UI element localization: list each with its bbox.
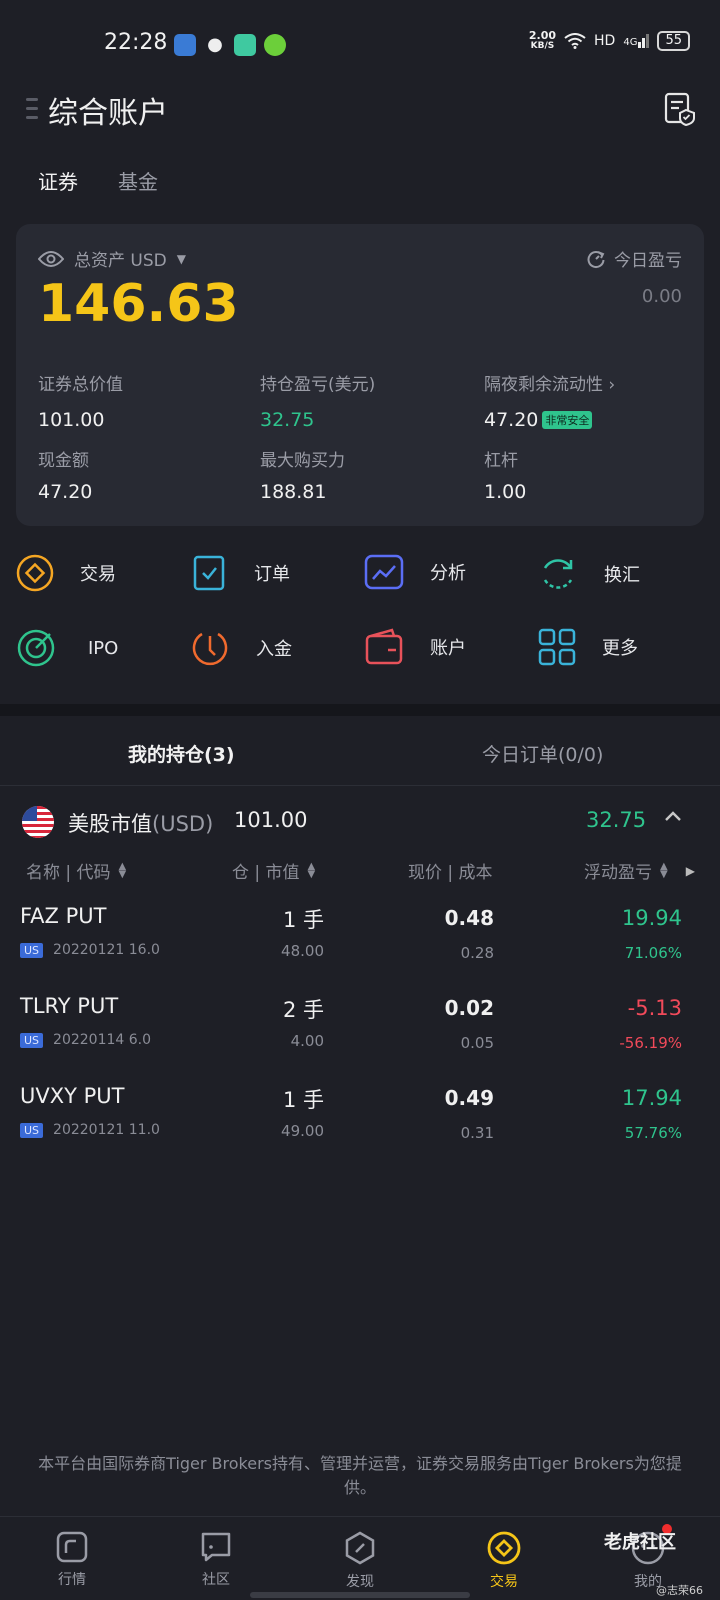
today-pl-label-row[interactable]: 今日盈亏 xyxy=(586,246,682,271)
signal-icon: 4G xyxy=(623,34,650,48)
wallet-icon xyxy=(365,628,403,665)
action-orders[interactable]: 订单 xyxy=(192,554,290,592)
refresh-icon xyxy=(587,250,605,268)
col-price-cost[interactable]: 现价 | 成本 xyxy=(408,858,493,883)
col-name-code[interactable]: 名称 | 代码 ▲ ▼ xyxy=(26,858,126,883)
trade-nav-icon xyxy=(487,1531,521,1565)
chevron-right-icon[interactable]: › xyxy=(608,375,615,395)
net-speed: 2.00 KB/S xyxy=(528,29,557,51)
home-indicator[interactable] xyxy=(250,1592,470,1598)
tab-holdings[interactable]: 我的持仓(3) xyxy=(128,740,235,767)
safety-badge: 非常安全 xyxy=(542,411,593,429)
stat-leverage: 杠杆 1.00 xyxy=(484,451,527,503)
disclaimer-text: 本平台由国际券商Tiger Brokers持有、管理并运营，证券交易服务由Tig… xyxy=(38,1454,682,1497)
sort-icon: ▲ ▼ xyxy=(118,860,127,880)
tab-today-orders[interactable]: 今日订单(0/0) xyxy=(482,740,603,767)
market-badge: US xyxy=(20,942,44,958)
action-more[interactable]: 更多 xyxy=(538,628,638,666)
battery-indicator: 55 xyxy=(657,31,690,51)
nav-community[interactable]: 社区 xyxy=(176,1531,256,1589)
watermark-author: @志荣66 xyxy=(656,1584,703,1597)
nav-quotes[interactable]: 行情 xyxy=(32,1531,112,1589)
total-asset-value: 146.63 xyxy=(38,274,239,334)
us-market-summary[interactable]: 美股市值(USD) 101.00 32.75 xyxy=(0,790,720,846)
quotes-icon xyxy=(56,1531,88,1563)
stat-position-pl: 持仓盈亏(美元) 32.75 xyxy=(260,375,376,431)
tab-securities[interactable]: 证券 xyxy=(38,166,78,195)
sort-icon: ▲ ▼ xyxy=(660,860,668,880)
notification-icons: ● xyxy=(174,34,286,56)
stat-cash: 现金额 47.20 xyxy=(38,451,93,503)
table-row[interactable]: FAZ PUT US 20220121 16.0 1 手 48.00 0.48 0… xyxy=(0,904,720,994)
total-asset-label: 总资产 USD xyxy=(74,251,167,271)
nav-trade[interactable]: 交易 xyxy=(464,1531,544,1591)
status-right: 2.00 KB/S HD 4G 55 xyxy=(529,30,690,52)
order-icon xyxy=(193,555,225,591)
market-pl: 32.75 xyxy=(586,808,647,832)
page-title: 综合账户 xyxy=(48,96,168,131)
header: 综合账户 xyxy=(0,88,720,148)
caret-right-icon[interactable]: ▶ xyxy=(686,864,695,878)
chevron-up-icon[interactable] xyxy=(664,810,682,822)
action-exchange[interactable]: 换汇 xyxy=(538,554,640,594)
deposit-icon xyxy=(192,632,228,666)
today-pl-label: 今日盈亏 xyxy=(614,251,682,271)
community-icon xyxy=(201,1532,231,1562)
sort-icon: ▲ ▼ xyxy=(307,860,316,880)
section-divider xyxy=(0,704,720,716)
exchange-icon xyxy=(543,559,573,589)
status-bar: 22:28 ● 2.00 KB/S HD 4G 55 xyxy=(0,0,720,88)
menu-icon[interactable] xyxy=(26,98,38,125)
action-deposit[interactable]: 入金 xyxy=(190,628,292,668)
statement-shield-icon[interactable] xyxy=(664,92,696,126)
action-account[interactable]: 账户 xyxy=(364,628,466,666)
action-analysis[interactable]: 分析 xyxy=(364,554,466,590)
grid-icon xyxy=(538,628,576,666)
action-trade[interactable]: 交易 xyxy=(16,554,116,592)
action-ipo[interactable]: IPO xyxy=(16,628,118,668)
positions-tabs: 我的持仓(3) 今日订单(0/0) xyxy=(0,716,720,786)
stat-securities-value: 证券总价值 101.00 xyxy=(38,375,123,431)
market-badge: US xyxy=(20,1122,44,1138)
account-tabs: 证券 基金 xyxy=(38,166,158,195)
stat-buying-power: 最大购买力 188.81 xyxy=(260,451,345,503)
analysis-icon xyxy=(364,554,404,590)
asset-summary-card: 总资产 USD ▼ 146.63 今日盈亏 0.00 证券总价值 101.00 … xyxy=(16,224,704,526)
wifi-icon xyxy=(564,33,586,49)
today-pl-value: 0.00 xyxy=(641,286,682,307)
status-time: 22:28 xyxy=(104,30,168,55)
hd-label: HD xyxy=(594,33,616,49)
discover-icon xyxy=(345,1531,375,1565)
ipo-icon xyxy=(17,629,55,667)
asset-label-row[interactable]: 总资产 USD ▼ xyxy=(38,246,186,271)
nav-discover[interactable]: 发现 xyxy=(320,1531,400,1591)
table-row[interactable]: UVXY PUT US 20220121 11.0 1 手 49.00 0.49 … xyxy=(0,1084,720,1174)
watermark: 老虎社区 xyxy=(604,1532,676,1553)
tab-funds[interactable]: 基金 xyxy=(118,166,158,195)
stat-overnight-liquidity[interactable]: 隔夜剩余流动性 › 47.20 非常安全 xyxy=(484,370,615,431)
eye-icon[interactable] xyxy=(38,250,64,268)
table-row[interactable]: TLRY PUT US 20220114 6.0 2 手 4.00 0.02 0.… xyxy=(0,994,720,1084)
market-value: 101.00 xyxy=(234,808,308,832)
us-flag-icon xyxy=(22,806,54,838)
app-notification-icon-3 xyxy=(264,34,286,56)
market-badge: US xyxy=(20,1032,44,1048)
app-notification-icon xyxy=(174,34,196,56)
caret-down-icon[interactable]: ▼ xyxy=(177,252,186,266)
app-notification-icon-2 xyxy=(234,34,256,56)
trade-icon xyxy=(16,554,54,592)
col-position-value[interactable]: 仓 | 市值 ▲ ▼ xyxy=(232,858,315,883)
wechat-icon: ● xyxy=(207,34,223,55)
col-floating-pl[interactable]: 浮动盈亏 ▲ ▼ ▶ xyxy=(584,858,695,883)
market-title: 美股市值(USD) xyxy=(68,812,214,836)
